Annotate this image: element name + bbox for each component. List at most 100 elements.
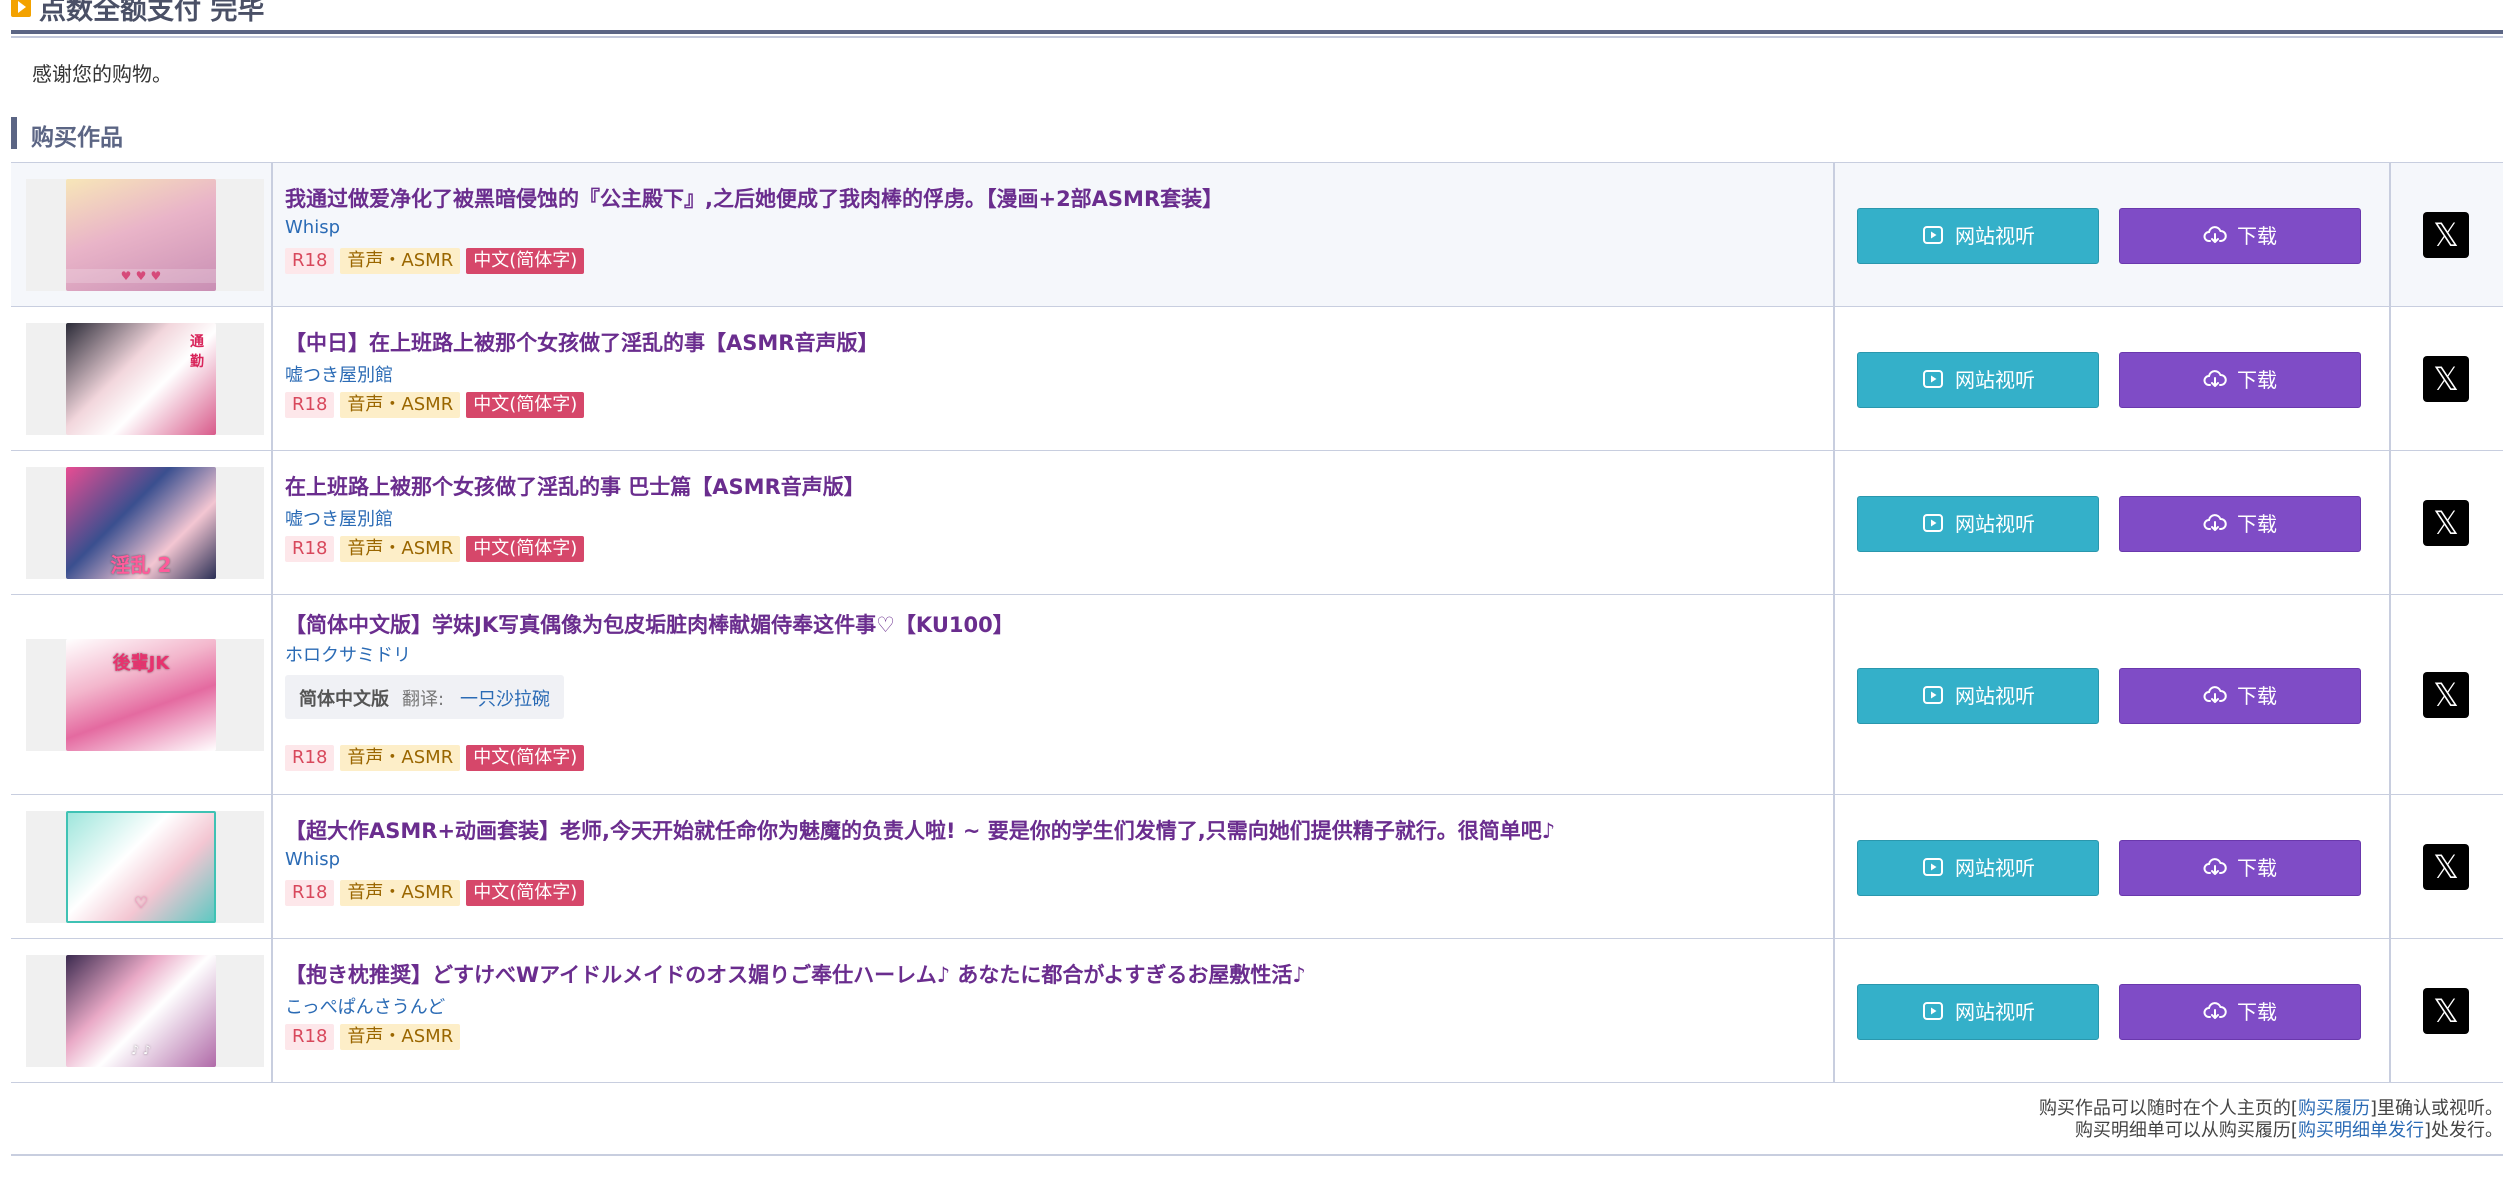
play-icon <box>11 0 31 17</box>
work-title[interactable]: 【中日】在上班路上被那个女孩做了淫乱的事【ASMR音声版】 <box>285 327 878 357</box>
share-cell: 𝕏 <box>2387 795 2503 938</box>
cloud-download-icon <box>2203 223 2227 247</box>
share-cell: 𝕏 <box>2387 451 2503 594</box>
thumbnail-cell: ♡ <box>11 795 273 938</box>
download-button[interactable]: 下载 <box>2119 667 2361 724</box>
work-title[interactable]: 【抱き枕推奨】どすけべWアイドルメイドのオス媚りご奉仕ハーレム♪ あなたに都合が… <box>285 959 1306 989</box>
cloud-download-icon <box>2203 855 2227 879</box>
tag-genre[interactable]: 音声・ASMR <box>340 1024 461 1050</box>
circle-link[interactable]: こっぺぱんさうんど <box>285 993 445 1019</box>
tag-r18[interactable]: R18 <box>285 745 335 771</box>
header-divider <box>11 30 2503 34</box>
tag-r18[interactable]: R18 <box>285 248 335 274</box>
tag-language[interactable]: 中文(简体字) <box>466 248 585 274</box>
tag-r18[interactable]: R18 <box>285 536 335 562</box>
thumbnail-cell: 通勤 <box>11 307 273 450</box>
thanks-message: 感谢您的购物。 <box>32 62 172 86</box>
tag-genre[interactable]: 音声・ASMR <box>340 880 461 906</box>
web-play-button[interactable]: 网站视听 <box>1857 667 2099 724</box>
header-divider-thin <box>11 36 2503 38</box>
cloud-download-icon <box>2203 511 2227 535</box>
tag-r18[interactable]: R18 <box>285 392 335 418</box>
circle-link[interactable]: Whisp <box>285 217 340 238</box>
translator-link[interactable]: 一只沙拉碗 <box>460 685 550 711</box>
tag-genre[interactable]: 音声・ASMR <box>340 248 461 274</box>
action-cell: 网站视听 下载 <box>1833 795 2391 938</box>
work-title[interactable]: 我通过做爱净化了被黑暗侵蚀的『公主殿下』,之后她便成了我肉棒的俘虏。【漫画+2部… <box>285 183 1223 213</box>
cloud-download-icon <box>2203 999 2227 1023</box>
footer-divider <box>11 1154 2503 1156</box>
footer-note-receipt: 购买明细单可以从购买履历[购买明细单发行]处发行。 <box>2074 1120 2503 1141</box>
download-button[interactable]: 下载 <box>2119 351 2361 408</box>
x-share-icon[interactable]: 𝕏 <box>2423 355 2469 402</box>
x-share-icon[interactable]: 𝕏 <box>2423 987 2469 1034</box>
tag-list: R18 音声・ASMR 中文(简体字) <box>285 392 590 420</box>
play-circle-icon <box>1921 223 1945 247</box>
action-cell: 网站视听 下载 <box>1833 307 2391 450</box>
work-thumbnail[interactable]: ♡ <box>66 810 216 923</box>
work-thumbnail[interactable]: ♪ ♪ <box>66 954 216 1067</box>
play-circle-icon <box>1921 511 1945 535</box>
action-cell: 网站视听 下载 <box>1833 595 2391 794</box>
x-share-icon[interactable]: 𝕏 <box>2423 499 2469 546</box>
x-share-icon[interactable]: 𝕏 <box>2423 843 2469 890</box>
work-row: 淫乱 2 在上班路上被那个女孩做了淫乱的事 巴士篇【ASMR音声版】 嘘つき屋別… <box>11 451 2503 595</box>
section-accent-bar <box>11 117 17 149</box>
tag-r18[interactable]: R18 <box>285 880 335 906</box>
tag-language[interactable]: 中文(简体字) <box>466 745 585 771</box>
receipt-issue-link[interactable]: 购买明细单发行 <box>2298 1120 2424 1141</box>
action-cell: 网站视听 下载 <box>1833 939 2391 1082</box>
cloud-download-icon <box>2203 367 2227 391</box>
translator-prefix: 翻译: <box>402 689 445 710</box>
thumbnail-cell: ♥ ♥ ♥ <box>11 163 273 306</box>
circle-link[interactable]: 嘘つき屋別館 <box>285 361 393 387</box>
download-button[interactable]: 下载 <box>2119 495 2361 552</box>
web-play-button[interactable]: 网站视听 <box>1857 495 2099 552</box>
tag-list: R18 音声・ASMR 中文(简体字) <box>285 536 590 564</box>
work-thumbnail[interactable]: 後輩JK <box>66 638 216 751</box>
tag-language[interactable]: 中文(简体字) <box>466 392 585 418</box>
tag-list: R18 音声・ASMR <box>285 1024 466 1052</box>
circle-link[interactable]: ホロクサミドリ <box>285 641 411 667</box>
web-play-button[interactable]: 网站视听 <box>1857 983 2099 1040</box>
work-row: 後輩JK 【简体中文版】学妹JK写真偶像为包皮垢脏肉棒献媚侍奉这件事♡【KU10… <box>11 595 2503 795</box>
work-row: 通勤 【中日】在上班路上被那个女孩做了淫乱的事【ASMR音声版】 嘘つき屋別館 … <box>11 307 2503 451</box>
tag-genre[interactable]: 音声・ASMR <box>340 536 461 562</box>
purchased-works-table: ♥ ♥ ♥ 我通过做爱净化了被黑暗侵蚀的『公主殿下』,之后她便成了我肉棒的俘虏。… <box>11 162 2503 1083</box>
work-title[interactable]: 【简体中文版】学妹JK写真偶像为包皮垢脏肉棒献媚侍奉这件事♡【KU100】 <box>285 609 1014 639</box>
play-circle-icon <box>1921 855 1945 879</box>
thumbnail-cell: ♪ ♪ <box>11 939 273 1082</box>
download-button[interactable]: 下载 <box>2119 207 2361 264</box>
tag-language[interactable]: 中文(简体字) <box>466 536 585 562</box>
share-cell: 𝕏 <box>2387 939 2503 1082</box>
tag-r18[interactable]: R18 <box>285 1024 335 1050</box>
x-share-icon[interactable]: 𝕏 <box>2423 671 2469 718</box>
tag-list: R18 音声・ASMR 中文(简体字) <box>285 248 590 276</box>
share-cell: 𝕏 <box>2387 595 2503 794</box>
thumbnail-cell: 後輩JK <box>11 595 273 794</box>
circle-link[interactable]: Whisp <box>285 849 340 870</box>
page-header: 点数全额支付 完毕 <box>11 0 2503 38</box>
action-cell: 网站视听 下载 <box>1833 451 2391 594</box>
cloud-download-icon <box>2203 683 2227 707</box>
action-cell: 网站视听 下载 <box>1833 163 2391 306</box>
tag-genre[interactable]: 音声・ASMR <box>340 745 461 771</box>
web-play-button[interactable]: 网站视听 <box>1857 207 2099 264</box>
work-row: ♪ ♪ 【抱き枕推奨】どすけべWアイドルメイドのオス媚りご奉仕ハーレム♪ あなた… <box>11 939 2503 1083</box>
translation-label: 简体中文版 <box>299 689 389 710</box>
web-play-button[interactable]: 网站视听 <box>1857 351 2099 408</box>
work-title[interactable]: 【超大作ASMR+动画套装】老师,今天开始就任命你为魅魔的负责人啦! ~ 要是你… <box>285 815 1555 845</box>
x-share-icon[interactable]: 𝕏 <box>2423 211 2469 258</box>
work-title[interactable]: 在上班路上被那个女孩做了淫乱的事 巴士篇【ASMR音声版】 <box>285 471 865 501</box>
tag-language[interactable]: 中文(简体字) <box>466 880 585 906</box>
tag-genre[interactable]: 音声・ASMR <box>340 392 461 418</box>
download-button[interactable]: 下载 <box>2119 983 2361 1040</box>
work-thumbnail[interactable]: 通勤 <box>66 322 216 435</box>
play-circle-icon <box>1921 683 1945 707</box>
tag-list: R18 音声・ASMR 中文(简体字) <box>285 745 590 773</box>
web-play-button[interactable]: 网站视听 <box>1857 839 2099 896</box>
download-button[interactable]: 下载 <box>2119 839 2361 896</box>
circle-link[interactable]: 嘘つき屋別館 <box>285 505 393 531</box>
work-thumbnail[interactable]: ♥ ♥ ♥ <box>66 178 216 291</box>
work-thumbnail[interactable]: 淫乱 2 <box>66 466 216 579</box>
